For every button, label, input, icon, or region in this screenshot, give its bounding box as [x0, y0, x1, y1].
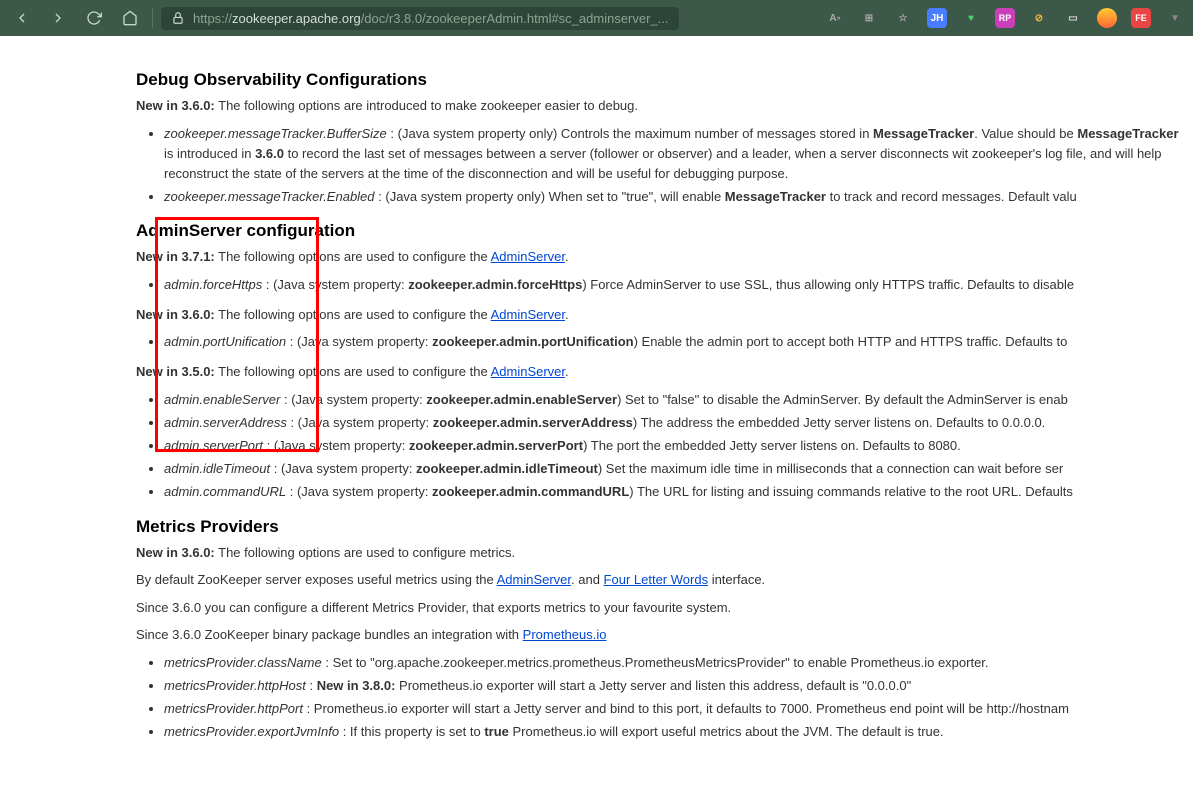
browser-toolbar: https://zookeeper.apache.org/doc/r3.8.0/…	[0, 0, 1193, 36]
reload-button[interactable]	[80, 4, 108, 32]
metrics-heading: Metrics Providers	[136, 517, 1183, 537]
admin-intro-360: New in 3.6.0: The following options are …	[136, 305, 1183, 325]
adminserver-link[interactable]: AdminServer	[491, 307, 565, 322]
list-item: admin.serverAddress : (Java system prope…	[164, 413, 1183, 433]
adminserver-link[interactable]: AdminServer	[491, 249, 565, 264]
ext-v-icon[interactable]: ▼	[1165, 8, 1185, 28]
list-item: admin.idleTimeout : (Java system propert…	[164, 459, 1183, 479]
admin-heading: AdminServer configuration	[136, 221, 1183, 241]
read-aloud-icon[interactable]: A»	[825, 8, 845, 28]
debug-intro: New in 3.6.0: The following options are …	[136, 96, 1183, 116]
ext-shield-icon[interactable]: ♥	[961, 8, 981, 28]
ext-rp-icon[interactable]: RP	[995, 8, 1015, 28]
ext-sun-icon[interactable]	[1097, 8, 1117, 28]
adminserver-link[interactable]: AdminServer	[497, 572, 571, 587]
metrics-p1: By default ZooKeeper server exposes usef…	[136, 570, 1183, 590]
admin-intro-371: New in 3.7.1: The following options are …	[136, 247, 1183, 267]
url-text: https://zookeeper.apache.org/doc/r3.8.0/…	[193, 11, 669, 26]
metrics-intro: New in 3.6.0: The following options are …	[136, 543, 1183, 563]
home-button[interactable]	[116, 4, 144, 32]
list-item: admin.forceHttps : (Java system property…	[164, 275, 1183, 295]
metrics-p3: Since 3.6.0 ZooKeeper binary package bun…	[136, 625, 1183, 645]
back-button[interactable]	[8, 4, 36, 32]
debug-heading: Debug Observability Configurations	[136, 70, 1183, 90]
ext-book-icon[interactable]: ▭	[1063, 8, 1083, 28]
list-item: metricsProvider.exportJvmInfo : If this …	[164, 722, 1183, 742]
list-item: metricsProvider.httpPort : Prometheus.io…	[164, 699, 1183, 719]
favorite-icon[interactable]: ☆	[893, 8, 913, 28]
ext-jh-icon[interactable]: JH	[927, 8, 947, 28]
translate-icon[interactable]: ⊞	[859, 8, 879, 28]
forward-button[interactable]	[44, 4, 72, 32]
ext-fe-icon[interactable]: FE	[1131, 8, 1151, 28]
address-bar[interactable]: https://zookeeper.apache.org/doc/r3.8.0/…	[161, 7, 679, 30]
list-item: admin.serverPort : (Java system property…	[164, 436, 1183, 456]
list-item: admin.portUnification : (Java system pro…	[164, 332, 1183, 352]
list-item: admin.commandURL : (Java system property…	[164, 482, 1183, 502]
list-item: zookeeper.messageTracker.BufferSize : (J…	[164, 124, 1183, 184]
extension-icons: A» ⊞ ☆ JH ♥ RP ⊘ ▭ FE ▼	[825, 8, 1185, 28]
list-item: metricsProvider.className : Set to "org.…	[164, 653, 1183, 673]
list-item: zookeeper.messageTracker.Enabled : (Java…	[164, 187, 1183, 207]
lock-icon	[171, 11, 185, 25]
debug-list: zookeeper.messageTracker.BufferSize : (J…	[164, 124, 1183, 208]
list-item: admin.enableServer : (Java system proper…	[164, 390, 1183, 410]
ext-circle-icon[interactable]: ⊘	[1029, 8, 1049, 28]
admin-intro-350: New in 3.5.0: The following options are …	[136, 362, 1183, 382]
prometheus-link[interactable]: Prometheus.io	[523, 627, 607, 642]
four-letter-words-link[interactable]: Four Letter Words	[604, 572, 709, 587]
metrics-p2: Since 3.6.0 you can configure a differen…	[136, 598, 1183, 618]
adminserver-link[interactable]: AdminServer	[491, 364, 565, 379]
